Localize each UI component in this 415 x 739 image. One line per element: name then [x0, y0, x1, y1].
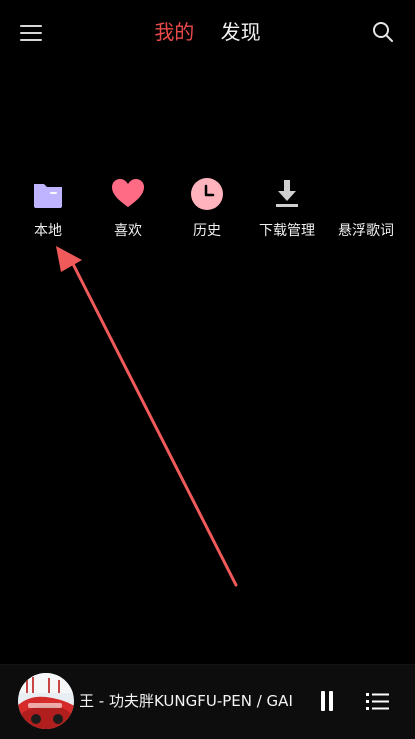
annotation-arrow: [56, 246, 238, 587]
quick-item-liked[interactable]: 喜欢: [88, 176, 168, 240]
quick-item-label: 下载管理: [259, 223, 315, 239]
quick-actions: 本地 喜欢 历史 下载管理 悬浮歌词: [0, 176, 415, 246]
download-icon: [269, 176, 305, 212]
playlist-icon[interactable]: [366, 691, 390, 713]
album-art[interactable]: [18, 673, 74, 729]
clock-icon: [189, 176, 225, 212]
quick-item-label: 喜欢: [114, 223, 142, 239]
quick-item-label: 本地: [34, 223, 62, 239]
mini-player: 歌王 - 功夫胖KUNGFU-PEN / GAI: [0, 664, 415, 739]
tab-discover[interactable]: 发现: [221, 16, 261, 48]
heart-icon: [110, 176, 146, 212]
folder-icon: [30, 176, 66, 212]
quick-item-label: 悬浮歌词: [338, 223, 394, 239]
top-bar: 我的 发现: [0, 0, 415, 64]
main-tabs: 我的 发现: [0, 16, 415, 48]
quick-item-label: 历史: [193, 223, 221, 239]
quick-item-downloads[interactable]: 下载管理: [247, 176, 327, 240]
quick-item-local[interactable]: 本地: [8, 176, 88, 240]
track-title: 歌王 - 功夫胖KUNGFU-PEN / GAI: [80, 692, 293, 710]
track-title-marquee[interactable]: 歌王 - 功夫胖KUNGFU-PEN / GAI: [80, 689, 302, 713]
floating-lyrics-icon: [348, 176, 384, 212]
quick-item-floating-lyrics[interactable]: 悬浮歌词: [326, 176, 406, 240]
pause-icon[interactable]: [318, 691, 338, 713]
quick-item-history[interactable]: 历史: [167, 176, 247, 240]
search-icon[interactable]: [371, 20, 395, 44]
tab-mine[interactable]: 我的: [154, 16, 194, 48]
